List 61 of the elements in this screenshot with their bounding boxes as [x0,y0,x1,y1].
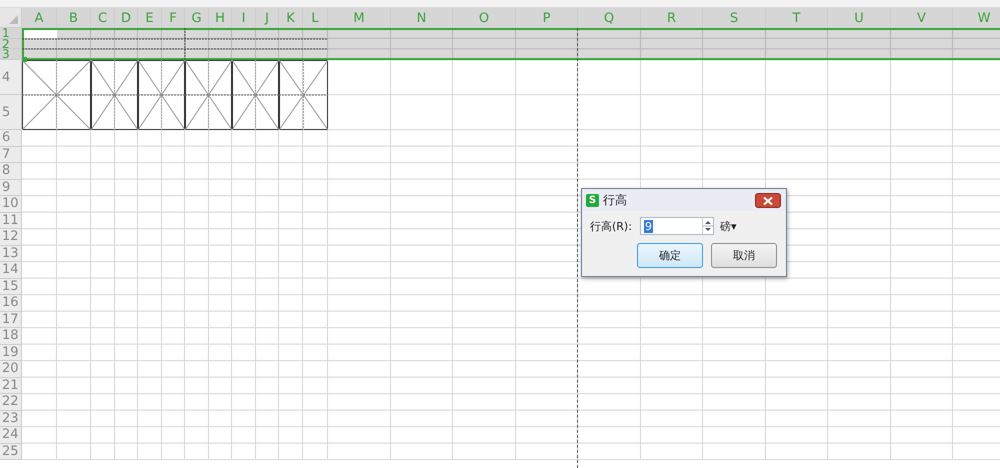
column-header[interactable]: Q [578,8,641,28]
row-header[interactable]: 19 [0,344,22,362]
close-button[interactable] [755,193,781,208]
row-header[interactable]: 20 [0,361,22,378]
row-header[interactable]: 18 [0,328,22,345]
dialog-title: 行高 [603,192,627,208]
column-header[interactable]: N [391,8,453,28]
column-header[interactable]: E [138,8,162,28]
column-header[interactable]: P [516,8,578,28]
column-header[interactable]: V [891,8,953,28]
ok-button[interactable]: 确定 [637,243,703,268]
row-header[interactable]: 24 [0,427,22,444]
column-header[interactable]: J [256,8,279,28]
column-header[interactable]: W [953,8,1000,28]
column-header[interactable]: K [279,8,303,28]
column-header[interactable]: F [162,8,185,28]
column-header[interactable]: I [232,8,256,28]
column-header[interactable]: D [115,8,138,28]
column-header[interactable]: H [209,8,232,28]
row-header[interactable]: 13 [0,246,22,262]
column-header[interactable]: B [57,8,91,28]
column-header[interactable]: T [766,8,828,28]
row-header[interactable]: 6 [0,130,22,147]
row-header[interactable]: 17 [0,312,22,328]
close-icon [763,196,773,204]
row-height-label: 行高(R): [590,218,633,234]
row-header[interactable]: 5 [0,95,22,130]
column-header[interactable]: O [453,8,516,28]
spinner-arrows-icon[interactable] [702,218,713,234]
row-header[interactable]: 3 [0,49,22,60]
active-cell[interactable] [24,30,57,38]
column-header[interactable]: M [328,8,391,28]
row-header[interactable]: 11 [0,212,22,230]
row-header[interactable]: 22 [0,394,22,411]
row-header[interactable]: 9 [0,180,22,196]
row-header[interactable]: 4 [0,60,22,96]
row-header[interactable]: 16 [0,295,22,312]
row-header[interactable]: 23 [0,410,22,428]
column-header[interactable]: G [185,8,209,28]
column-header[interactable]: L [303,8,328,28]
column-header[interactable]: S [703,8,766,28]
row-height-field[interactable]: 9 [640,217,714,235]
cancel-button[interactable]: 取消 [711,243,777,268]
column-header[interactable]: U [828,8,891,28]
column-header[interactable]: C [91,8,115,28]
row-header[interactable]: 21 [0,378,22,394]
row-header[interactable]: 12 [0,229,22,246]
row-header[interactable]: 10 [0,196,22,213]
column-header[interactable]: A [22,8,57,28]
unit-dropdown[interactable]: 磅▾ [720,218,737,234]
app-logo-icon: S [586,194,599,206]
column-header[interactable]: R [641,8,703,28]
select-all-corner[interactable] [0,8,22,28]
row-header[interactable]: 1 [0,28,22,39]
row-header[interactable]: 15 [0,278,22,296]
row-header[interactable]: 7 [0,146,22,164]
row-header[interactable]: 8 [0,163,22,180]
fill-handle[interactable] [22,57,27,62]
row-header[interactable]: 25 [0,444,22,460]
row-header[interactable]: 14 [0,262,22,279]
row-header[interactable]: 2 [0,38,22,50]
